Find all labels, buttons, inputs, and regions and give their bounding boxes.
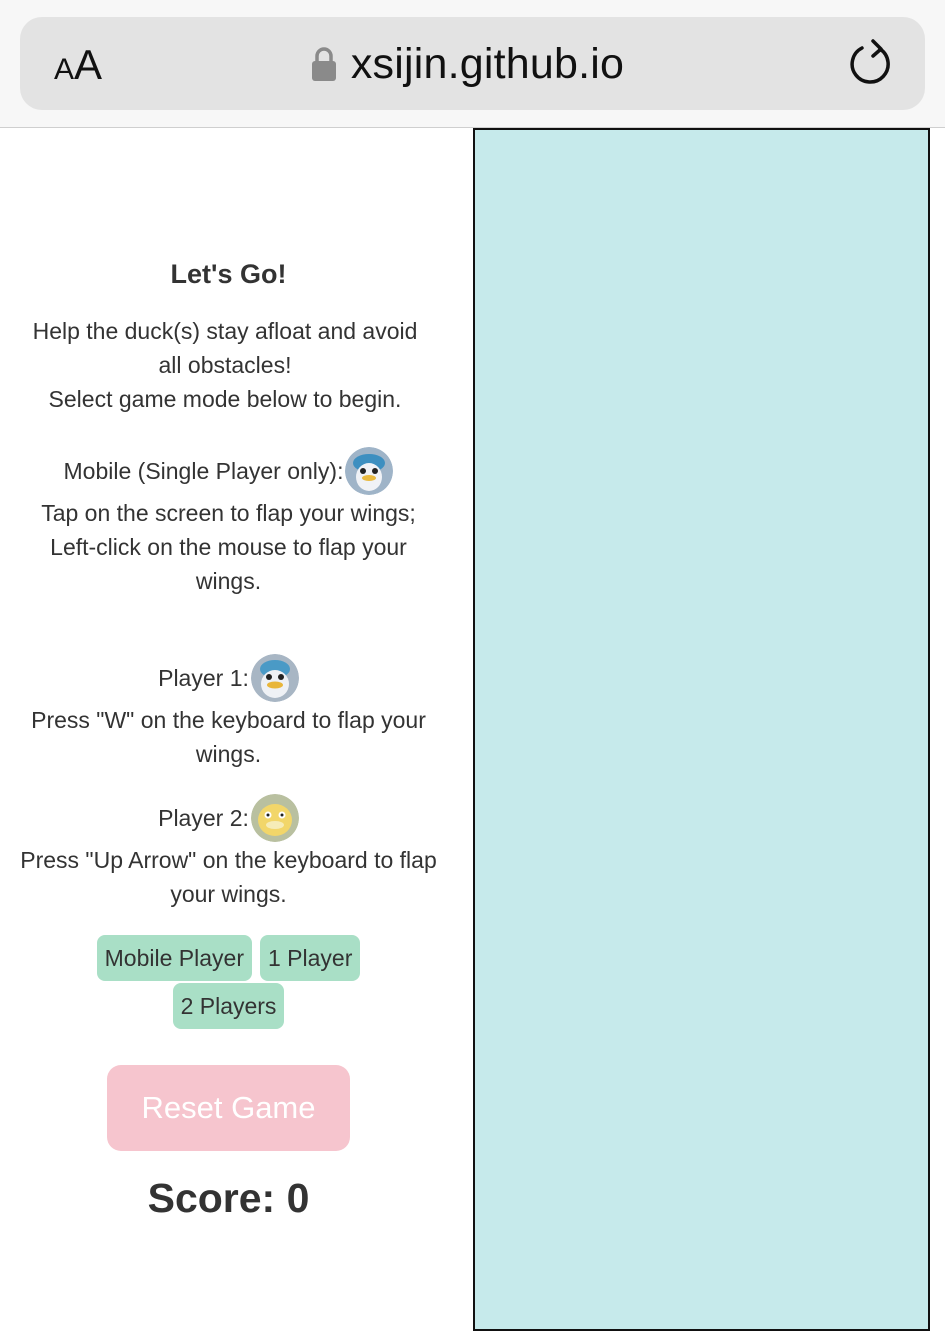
page-title: Let's Go! [170,259,287,289]
player2-duck-avatar-icon [250,794,299,842]
mobile-line-2: Left-click on the mouse to flap your win… [50,534,407,594]
game-mode-buttons: Mobile Player 1 Player 2 Players [0,935,457,1029]
mobile-player-button[interactable]: Mobile Player [96,935,252,981]
two-players-button[interactable]: 2 Players [172,983,285,1029]
intro-text: Help the duck(s) stay afloat and avoid a… [20,314,430,416]
mobile-duck-avatar-icon [345,447,394,495]
player2-line-1: Press "Up Arrow" on the keyboard to flap… [20,847,437,907]
mobile-heading: Mobile (Single Player only): [63,458,344,484]
browser-toolbar: A A xsijin.github.io [0,0,945,128]
url-display[interactable]: xsijin.github.io [20,39,925,89]
reset-game-button[interactable]: Reset Game [107,1065,350,1151]
one-player-button[interactable]: 1 Player [259,935,361,981]
lock-icon [311,47,336,81]
score-display: Score: 0 [147,1175,310,1221]
game-canvas[interactable] [473,128,930,1331]
mobile-line-1: Tap on the screen to flap your wings; [41,500,416,526]
url-text: xsijin.github.io [350,39,625,88]
player2-instructions: Player 2: Press "Up Arrow" on the keyboa… [20,793,437,911]
instructions-panel: Let's Go! Help the duck(s) stay afloat a… [0,128,457,1341]
player1-heading: Player 1: [158,665,249,691]
intro-line-1: Help the duck(s) stay afloat and avoid a… [32,318,418,378]
player2-heading: Player 2: [158,805,249,831]
mobile-instructions: Mobile (Single Player only): Tap on the … [20,446,437,598]
reload-icon[interactable] [846,37,896,89]
player1-duck-avatar-icon [250,654,299,702]
player1-instructions: Player 1: Press "W" on the keyboard to f… [20,653,437,771]
player1-line-1: Press "W" on the keyboard to flap your w… [31,707,426,767]
intro-line-2: Select game mode below to begin. [48,386,402,412]
address-bar[interactable]: A A xsijin.github.io [20,17,925,110]
